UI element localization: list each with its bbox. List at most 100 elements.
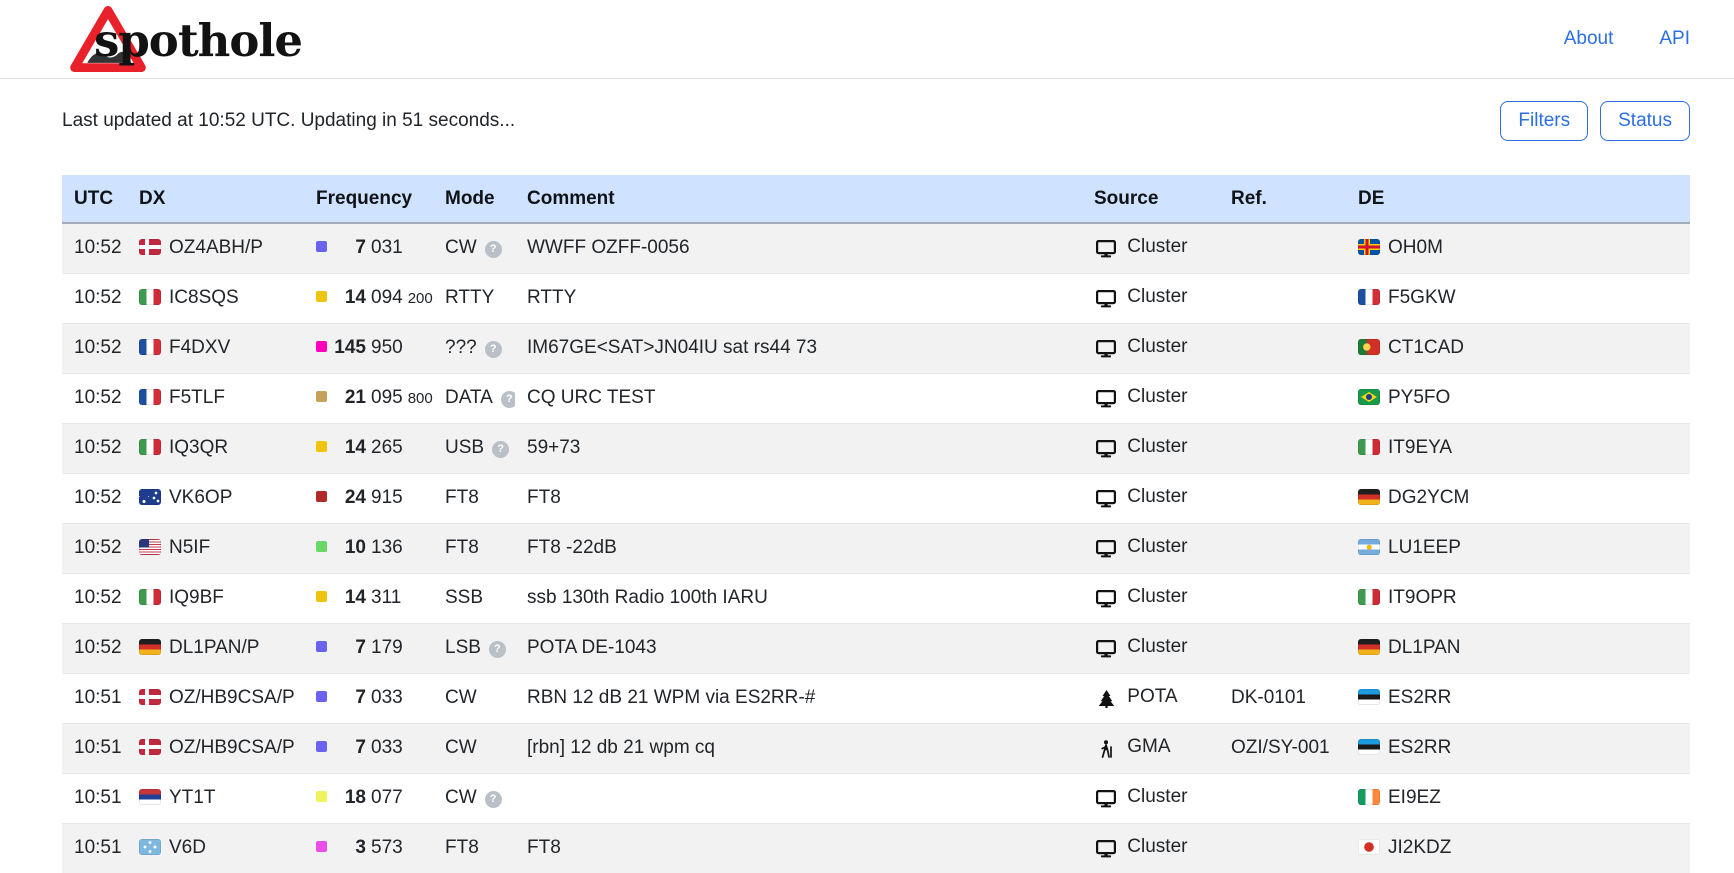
table-row[interactable]: 10:52 F5TLF 21095800 DATA CQ URC TEST Cl… xyxy=(62,373,1690,423)
table-row[interactable]: 10:51 OZ/HB9CSA/P 7033 CW [rbn] 12 db 21… xyxy=(62,723,1690,773)
table-row[interactable]: 10:52 N5IF 10136 FT8 FT8 -22dB Cluster L… xyxy=(62,523,1690,573)
dx-country-flag xyxy=(139,739,161,755)
table-row[interactable]: 10:52 IC8SQS 14094200 RTTY RTTY Cluster … xyxy=(62,273,1690,323)
de-country-flag xyxy=(1358,389,1380,405)
source-label: Cluster xyxy=(1127,436,1187,457)
mode-label: LSB xyxy=(445,637,481,658)
dx-country-flag xyxy=(139,539,161,555)
monitor-icon xyxy=(1094,488,1118,510)
freq-khz: 311 xyxy=(371,587,401,608)
mode-label: CW xyxy=(445,687,477,708)
band-color-dot xyxy=(316,441,327,452)
freq-hz: 200 xyxy=(408,290,433,307)
table-row[interactable]: 10:52 DL1PAN/P 7179 LSB POTA DE-1043 Clu… xyxy=(62,623,1690,673)
tree-icon xyxy=(1094,688,1118,710)
table-row[interactable]: 10:52 VK6OP 24915 FT8 FT8 Cluster DG2YCM xyxy=(62,473,1690,523)
table-row[interactable]: 10:52 OZ4ABH/P 7031 CW WWFF OZFF-0056 Cl… xyxy=(62,223,1690,273)
mode-help-icon[interactable] xyxy=(485,241,502,258)
dx-callsign: N5IF xyxy=(169,537,210,558)
table-row[interactable]: 10:51 YT1T 18077 CW Cluster EI9EZ xyxy=(62,773,1690,823)
source-label: Cluster xyxy=(1127,486,1187,507)
mode-help-icon[interactable] xyxy=(489,641,506,658)
spot-time: 10:51 xyxy=(74,737,122,758)
source-label: Cluster xyxy=(1127,336,1187,357)
dx-country-flag xyxy=(139,289,161,305)
status-button[interactable]: Status xyxy=(1600,101,1690,141)
table-row[interactable]: 10:52 IQ3QR 14265 USB 59+73 Cluster IT9E… xyxy=(62,423,1690,473)
spot-time: 10:52 xyxy=(74,437,122,458)
spot-time: 10:52 xyxy=(74,537,122,558)
spot-comment: [rbn] 12 db 21 wpm cq xyxy=(527,737,715,758)
freq-mhz: 145 xyxy=(332,337,366,359)
spot-comment: FT8 xyxy=(527,487,561,508)
freq-khz: 077 xyxy=(371,787,403,808)
de-callsign: OH0M xyxy=(1388,237,1443,258)
main-content: Last updated at 10:52 UTC. Updating in 5… xyxy=(62,101,1690,873)
band-color-dot xyxy=(316,791,327,802)
dx-callsign: F4DXV xyxy=(169,337,230,358)
band-color-dot xyxy=(316,341,327,352)
de-callsign: IT9OPR xyxy=(1388,587,1457,608)
de-country-flag xyxy=(1358,739,1380,755)
freq-khz: 031 xyxy=(371,237,403,258)
dx-country-flag xyxy=(139,789,161,805)
dx-country-flag xyxy=(139,639,161,655)
mode-help-icon[interactable] xyxy=(485,341,502,358)
mode-help-icon[interactable] xyxy=(492,441,509,458)
freq-khz: 950 xyxy=(371,337,403,358)
table-row[interactable]: 10:52 IQ9BF 14311 SSB ssb 130th Radio 10… xyxy=(62,573,1690,623)
spot-time: 10:52 xyxy=(74,287,122,308)
mode-label: SSB xyxy=(445,587,483,608)
spots-table: UTC DX Frequency Mode Comment Source Ref… xyxy=(62,175,1690,873)
dx-callsign: YT1T xyxy=(169,787,215,808)
de-country-flag xyxy=(1358,689,1380,705)
source-label: Cluster xyxy=(1127,786,1187,807)
de-country-flag xyxy=(1358,589,1380,605)
de-country-flag xyxy=(1358,489,1380,505)
de-callsign: DG2YCM xyxy=(1388,487,1469,508)
de-callsign: PY5FO xyxy=(1388,387,1450,408)
mode-help-icon[interactable] xyxy=(501,391,515,408)
mode-label: RTTY xyxy=(445,287,494,308)
dx-callsign: V6D xyxy=(169,837,206,858)
mode-label: FT8 xyxy=(445,837,479,858)
column-header-ref: Ref. xyxy=(1219,175,1346,223)
nav-link-api[interactable]: API xyxy=(1659,28,1690,50)
mode-help-icon[interactable] xyxy=(485,791,502,808)
source-label: Cluster xyxy=(1127,836,1187,857)
source-label: Cluster xyxy=(1127,536,1187,557)
freq-khz: 179 xyxy=(371,637,403,658)
freq-mhz: 3 xyxy=(332,837,366,859)
mode-label: FT8 xyxy=(445,537,479,558)
table-row[interactable]: 10:52 F4DXV 145950 ??? IM67GE<SAT>JN04IU… xyxy=(62,323,1690,373)
source-label: Cluster xyxy=(1127,386,1187,407)
last-updated-text: Last updated at 10:52 UTC. Updating in 5… xyxy=(62,110,515,132)
de-country-flag xyxy=(1358,239,1380,255)
filters-button[interactable]: Filters xyxy=(1500,101,1588,141)
table-row[interactable]: 10:51 OZ/HB9CSA/P 7033 CW RBN 12 dB 21 W… xyxy=(62,673,1690,723)
mode-label: ??? xyxy=(445,337,477,358)
de-callsign: CT1CAD xyxy=(1388,337,1464,358)
mode-label: USB xyxy=(445,437,484,458)
spot-comment: ssb 130th Radio 100th IARU xyxy=(527,587,768,608)
dx-country-flag xyxy=(139,239,161,255)
dx-callsign: F5TLF xyxy=(169,387,225,408)
mode-label: DATA xyxy=(445,387,493,408)
dx-callsign: OZ/HB9CSA/P xyxy=(169,687,295,708)
nav-link-about[interactable]: About xyxy=(1564,28,1614,50)
freq-khz: 573 xyxy=(371,837,403,858)
table-row[interactable]: 10:51 V6D 3573 FT8 FT8 Cluster JI2KDZ xyxy=(62,823,1690,873)
dx-callsign: VK6OP xyxy=(169,487,232,508)
dx-country-flag xyxy=(139,689,161,705)
monitor-icon xyxy=(1094,338,1118,360)
dx-country-flag xyxy=(139,839,161,855)
freq-khz: 265 xyxy=(371,437,403,458)
dx-callsign: DL1PAN/P xyxy=(169,637,259,658)
brand-logo[interactable]: spothole xyxy=(62,4,302,74)
spot-time: 10:52 xyxy=(74,637,122,658)
de-country-flag xyxy=(1358,439,1380,455)
column-header-mode: Mode xyxy=(433,175,515,223)
spot-comment: CQ URC TEST xyxy=(527,387,655,408)
freq-hz: 800 xyxy=(408,390,433,407)
spot-comment: IM67GE<SAT>JN04IU sat rs44 73 xyxy=(527,337,817,358)
